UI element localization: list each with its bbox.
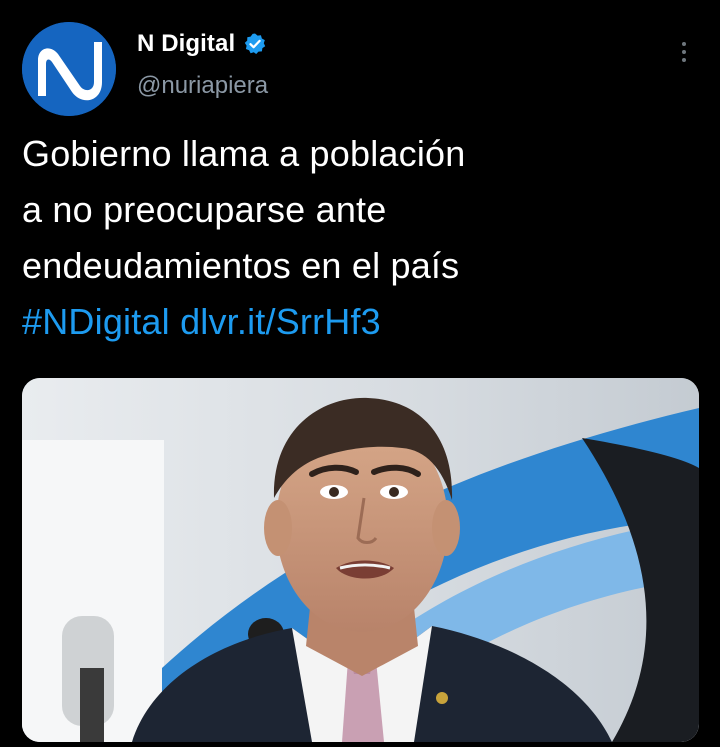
tweet[interactable]: N Digital @nuriapiera Gobierno llama a p… xyxy=(0,0,720,747)
tweet-text: Gobierno llama a población a no preocupa… xyxy=(22,126,642,350)
more-dot xyxy=(682,50,686,54)
verified-badge-icon xyxy=(245,33,266,54)
more-dot xyxy=(682,42,686,46)
author-name-row[interactable]: N Digital xyxy=(137,30,267,58)
more-dot xyxy=(682,58,686,62)
news-photo-speaker-at-microphone xyxy=(22,378,699,742)
author-display-name[interactable]: N Digital xyxy=(137,30,235,58)
tweet-text-line: a no preocuparse ante xyxy=(22,189,387,230)
url-link[interactable]: dlvr.it/SrrHf3 xyxy=(180,301,381,342)
tweet-media-image[interactable] xyxy=(22,378,699,742)
tweet-text-line: Gobierno llama a población xyxy=(22,133,466,174)
hashtag-link[interactable]: #NDigital xyxy=(22,301,170,342)
n-digital-logo-icon xyxy=(22,22,116,116)
tweet-text-line: endeudamientos en el país xyxy=(22,245,460,286)
more-options-icon[interactable] xyxy=(668,36,700,68)
author-handle[interactable]: @nuriapiera xyxy=(137,72,268,100)
author-avatar[interactable] xyxy=(22,22,116,116)
